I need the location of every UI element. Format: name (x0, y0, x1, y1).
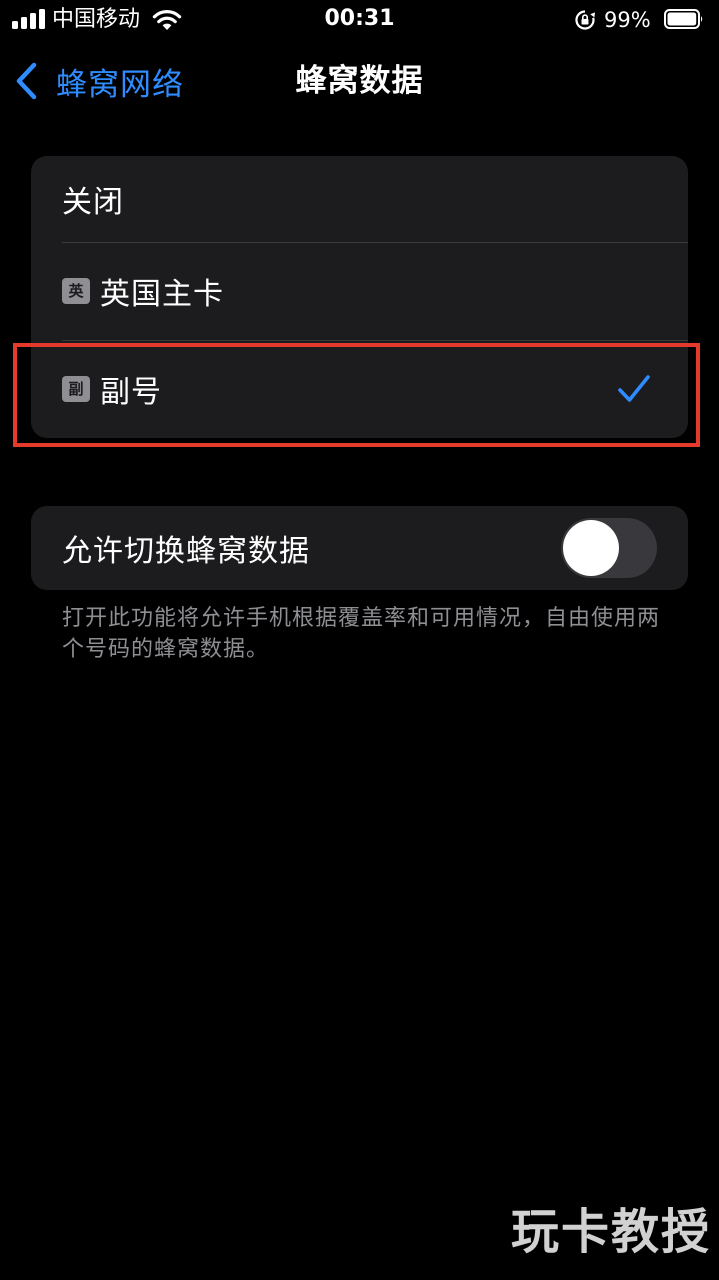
allow-data-switching-label: 允许切换蜂窝数据 (62, 534, 310, 569)
option-secondary-line[interactable]: 副 副号 (31, 340, 688, 438)
page-title: 蜂窝数据 (295, 63, 424, 99)
option-label: 英国主卡 (100, 277, 224, 312)
option-label: 关闭 (62, 185, 124, 220)
option-uk-primary-line[interactable]: 英 英国主卡 (31, 242, 688, 340)
option-label: 副号 (100, 375, 162, 410)
data-switching-group: 允许切换蜂窝数据 (31, 506, 688, 590)
option-off[interactable]: 关闭 (31, 156, 688, 242)
battery-icon (664, 9, 703, 29)
watermark-text: 玩卡教授 (510, 1204, 711, 1260)
cellular-data-options: 关闭 英 英国主卡 副 副号 (31, 156, 688, 438)
battery-percentage: 99% (604, 8, 651, 32)
status-bar: 中国移动 00:31 99% (0, 0, 719, 40)
checkmark-icon (618, 375, 650, 402)
allow-data-switching-toggle[interactable] (561, 518, 657, 578)
toggle-knob (563, 520, 619, 576)
sim-badge-icon: 副 (62, 376, 90, 402)
allow-data-switching-row: 允许切换蜂窝数据 (31, 506, 688, 590)
data-switching-footnote: 打开此功能将允许手机根据覆盖率和可用情况，自由使用两个号码的蜂窝数据。 (62, 606, 661, 662)
orientation-lock-icon (575, 10, 595, 30)
sim-badge-icon: 英 (62, 278, 90, 304)
